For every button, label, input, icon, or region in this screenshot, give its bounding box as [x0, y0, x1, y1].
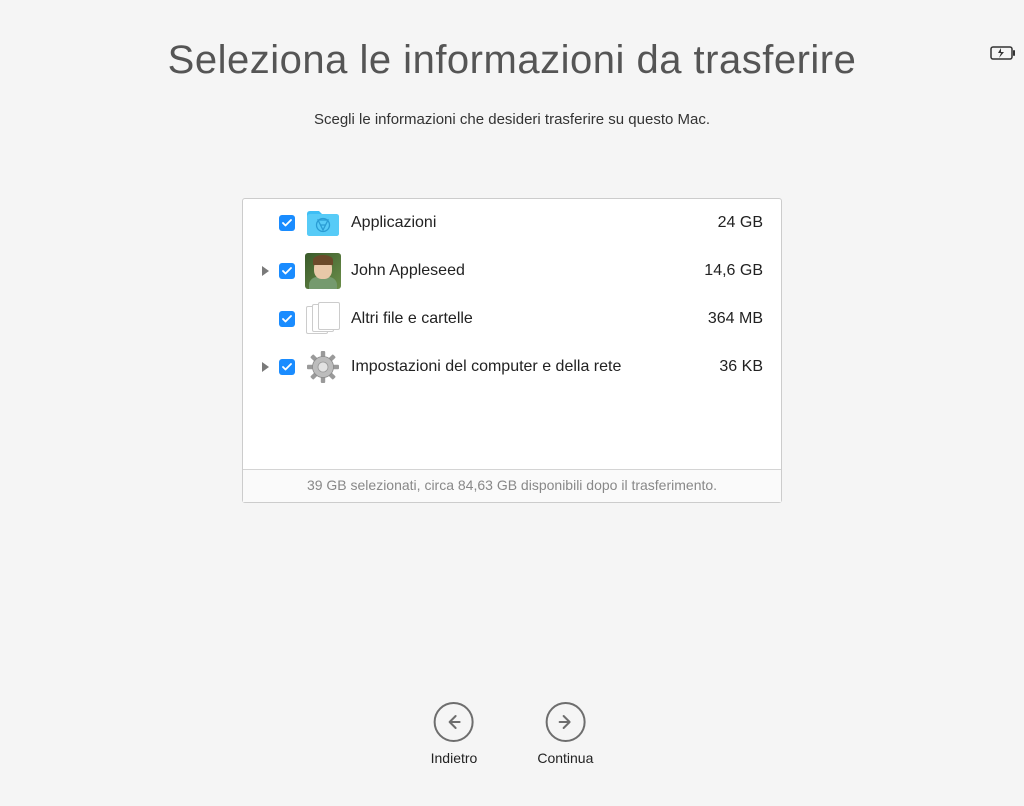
transfer-items-panel: Applicazioni 24 GB John Appleseed 14,6 G… [242, 198, 782, 503]
checkbox-impostazioni[interactable] [279, 359, 295, 375]
list-item[interactable]: Applicazioni 24 GB [243, 199, 781, 247]
arrow-left-icon [434, 702, 474, 742]
list-item[interactable]: Altri file e cartelle 364 MB [243, 295, 781, 343]
back-label: Indietro [431, 750, 478, 766]
item-label: John Appleseed [351, 262, 704, 280]
page-subtitle: Scegli le informazioni che desideri tras… [0, 111, 1024, 128]
page-title: Seleziona le informazioni da trasferire [0, 38, 1024, 83]
gear-icon [305, 349, 341, 385]
item-size: 36 KB [719, 358, 767, 376]
documents-icon [305, 301, 341, 337]
item-label: Applicazioni [351, 214, 718, 232]
item-size: 14,6 GB [704, 262, 767, 280]
list-item[interactable]: Impostazioni del computer e della rete 3… [243, 343, 781, 391]
user-avatar-icon [305, 253, 341, 289]
continue-label: Continua [537, 750, 593, 766]
selection-summary: 39 GB selezionati, circa 84,63 GB dispon… [243, 469, 781, 502]
disclosure-triangle-icon[interactable] [262, 266, 269, 276]
item-label: Impostazioni del computer e della rete [351, 358, 719, 376]
continue-button[interactable]: Continua [537, 702, 593, 766]
disclosure-triangle-icon[interactable] [262, 362, 269, 372]
item-label: Altri file e cartelle [351, 310, 708, 328]
item-size: 364 MB [708, 310, 767, 328]
applications-folder-icon [305, 205, 341, 241]
battery-charging-icon [990, 46, 1016, 60]
back-button[interactable]: Indietro [431, 702, 478, 766]
arrow-right-icon [545, 702, 585, 742]
list-item[interactable]: John Appleseed 14,6 GB [243, 247, 781, 295]
item-size: 24 GB [718, 214, 767, 232]
checkbox-altri-file[interactable] [279, 311, 295, 327]
checkbox-john-appleseed[interactable] [279, 263, 295, 279]
checkbox-applicazioni[interactable] [279, 215, 295, 231]
